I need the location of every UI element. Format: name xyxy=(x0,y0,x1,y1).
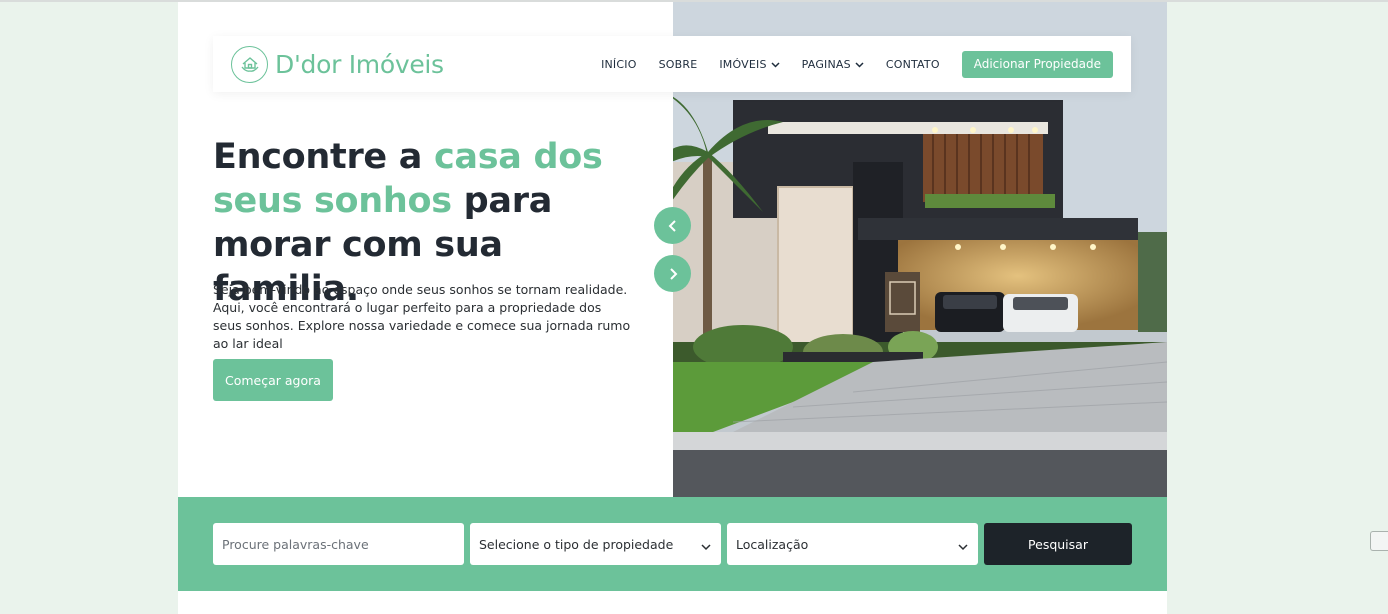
nav-item-label: INÍCIO xyxy=(601,57,637,71)
page-container: D'dor Imóveis INÍCIO SOBRE IMÓVEIS PAGIN… xyxy=(178,2,1167,614)
location-value: Localização xyxy=(736,536,809,552)
carousel-next-button[interactable] xyxy=(654,255,691,292)
house-hands-icon xyxy=(231,45,268,83)
property-type-select[interactable]: Selecione o tipo de propiedade xyxy=(470,523,721,565)
chevron-down-icon xyxy=(958,539,968,554)
location-select[interactable]: Localização xyxy=(727,523,978,565)
nav-item-label: CONTATO xyxy=(885,57,940,71)
chevron-down-icon xyxy=(771,58,780,71)
property-type-value: Selecione o tipo de propiedade xyxy=(479,536,674,552)
nav-item-label: PAGINAS xyxy=(801,57,851,71)
carousel-prev-button[interactable] xyxy=(654,207,691,244)
nav-item-label: SOBRE xyxy=(658,57,698,71)
hero-description: Seja bem-vindo ao espaço onde seus sonho… xyxy=(213,282,631,351)
nav-item-contato[interactable]: CONTATO xyxy=(886,58,940,71)
nav-item-inicio[interactable]: INÍCIO xyxy=(601,58,637,71)
brand[interactable]: D'dor Imóveis xyxy=(231,45,444,83)
nav-item-paginas[interactable]: PAGINAS xyxy=(802,58,864,71)
chevron-left-icon xyxy=(668,219,676,232)
nav-menu: INÍCIO SOBRE IMÓVEIS PAGINAS CONTATO Adi… xyxy=(601,50,1113,78)
chevron-down-icon xyxy=(855,58,864,71)
nav-item-sobre[interactable]: SOBRE xyxy=(659,58,698,71)
add-property-button[interactable]: Adicionar Propiedade xyxy=(961,50,1113,78)
search-bar: Procure palavras-chave Selecione o tipo … xyxy=(178,497,1167,591)
nav-item-label: IMÓVEIS xyxy=(719,57,767,71)
navbar: D'dor Imóveis INÍCIO SOBRE IMÓVEIS PAGIN… xyxy=(213,36,1131,92)
chevron-right-icon xyxy=(669,267,677,280)
hero-title-part1: Encontre a xyxy=(213,137,434,177)
nav-item-imoveis[interactable]: IMÓVEIS xyxy=(719,57,780,71)
search-button[interactable]: Pesquisar xyxy=(984,523,1132,565)
brand-name: D'dor Imóveis xyxy=(275,49,444,79)
keyword-search-input[interactable]: Procure palavras-chave xyxy=(213,523,464,565)
side-tab-widget[interactable] xyxy=(1370,531,1388,551)
start-now-button[interactable]: Começar agora xyxy=(213,359,333,401)
chevron-down-icon xyxy=(701,539,711,554)
keyword-placeholder: Procure palavras-chave xyxy=(222,536,369,552)
